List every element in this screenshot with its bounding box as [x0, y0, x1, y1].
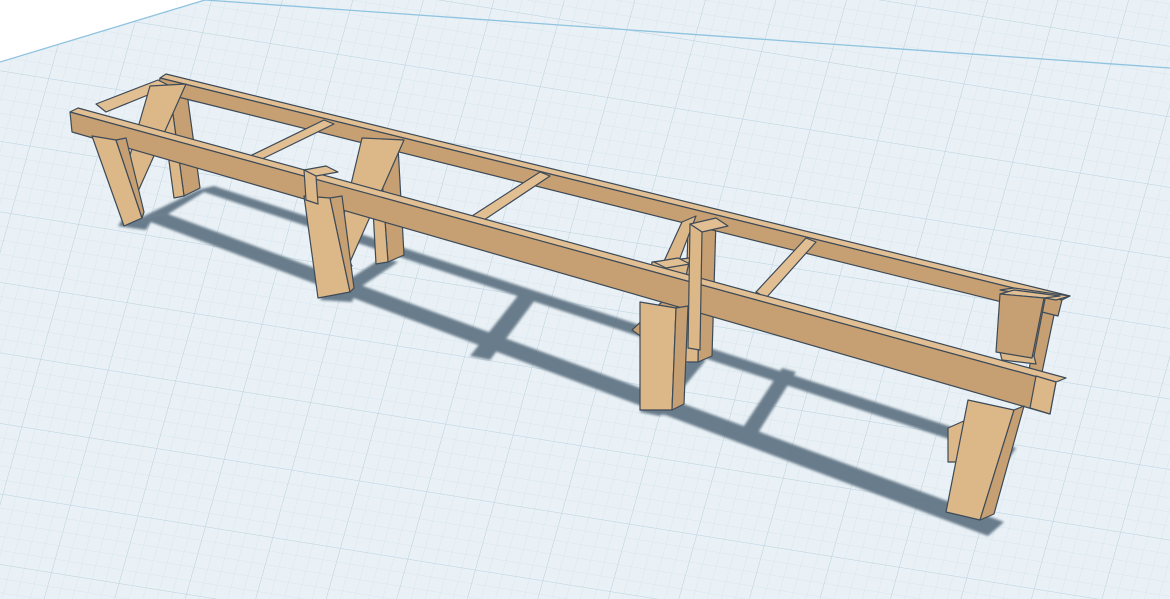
- leg-3-post-front[interactable]: [687, 223, 703, 351]
- bench-model-canvas[interactable]: [0, 0, 1170, 599]
- 3d-viewport[interactable]: [0, 0, 1170, 599]
- leg-3-front-face[interactable]: [639, 301, 677, 411]
